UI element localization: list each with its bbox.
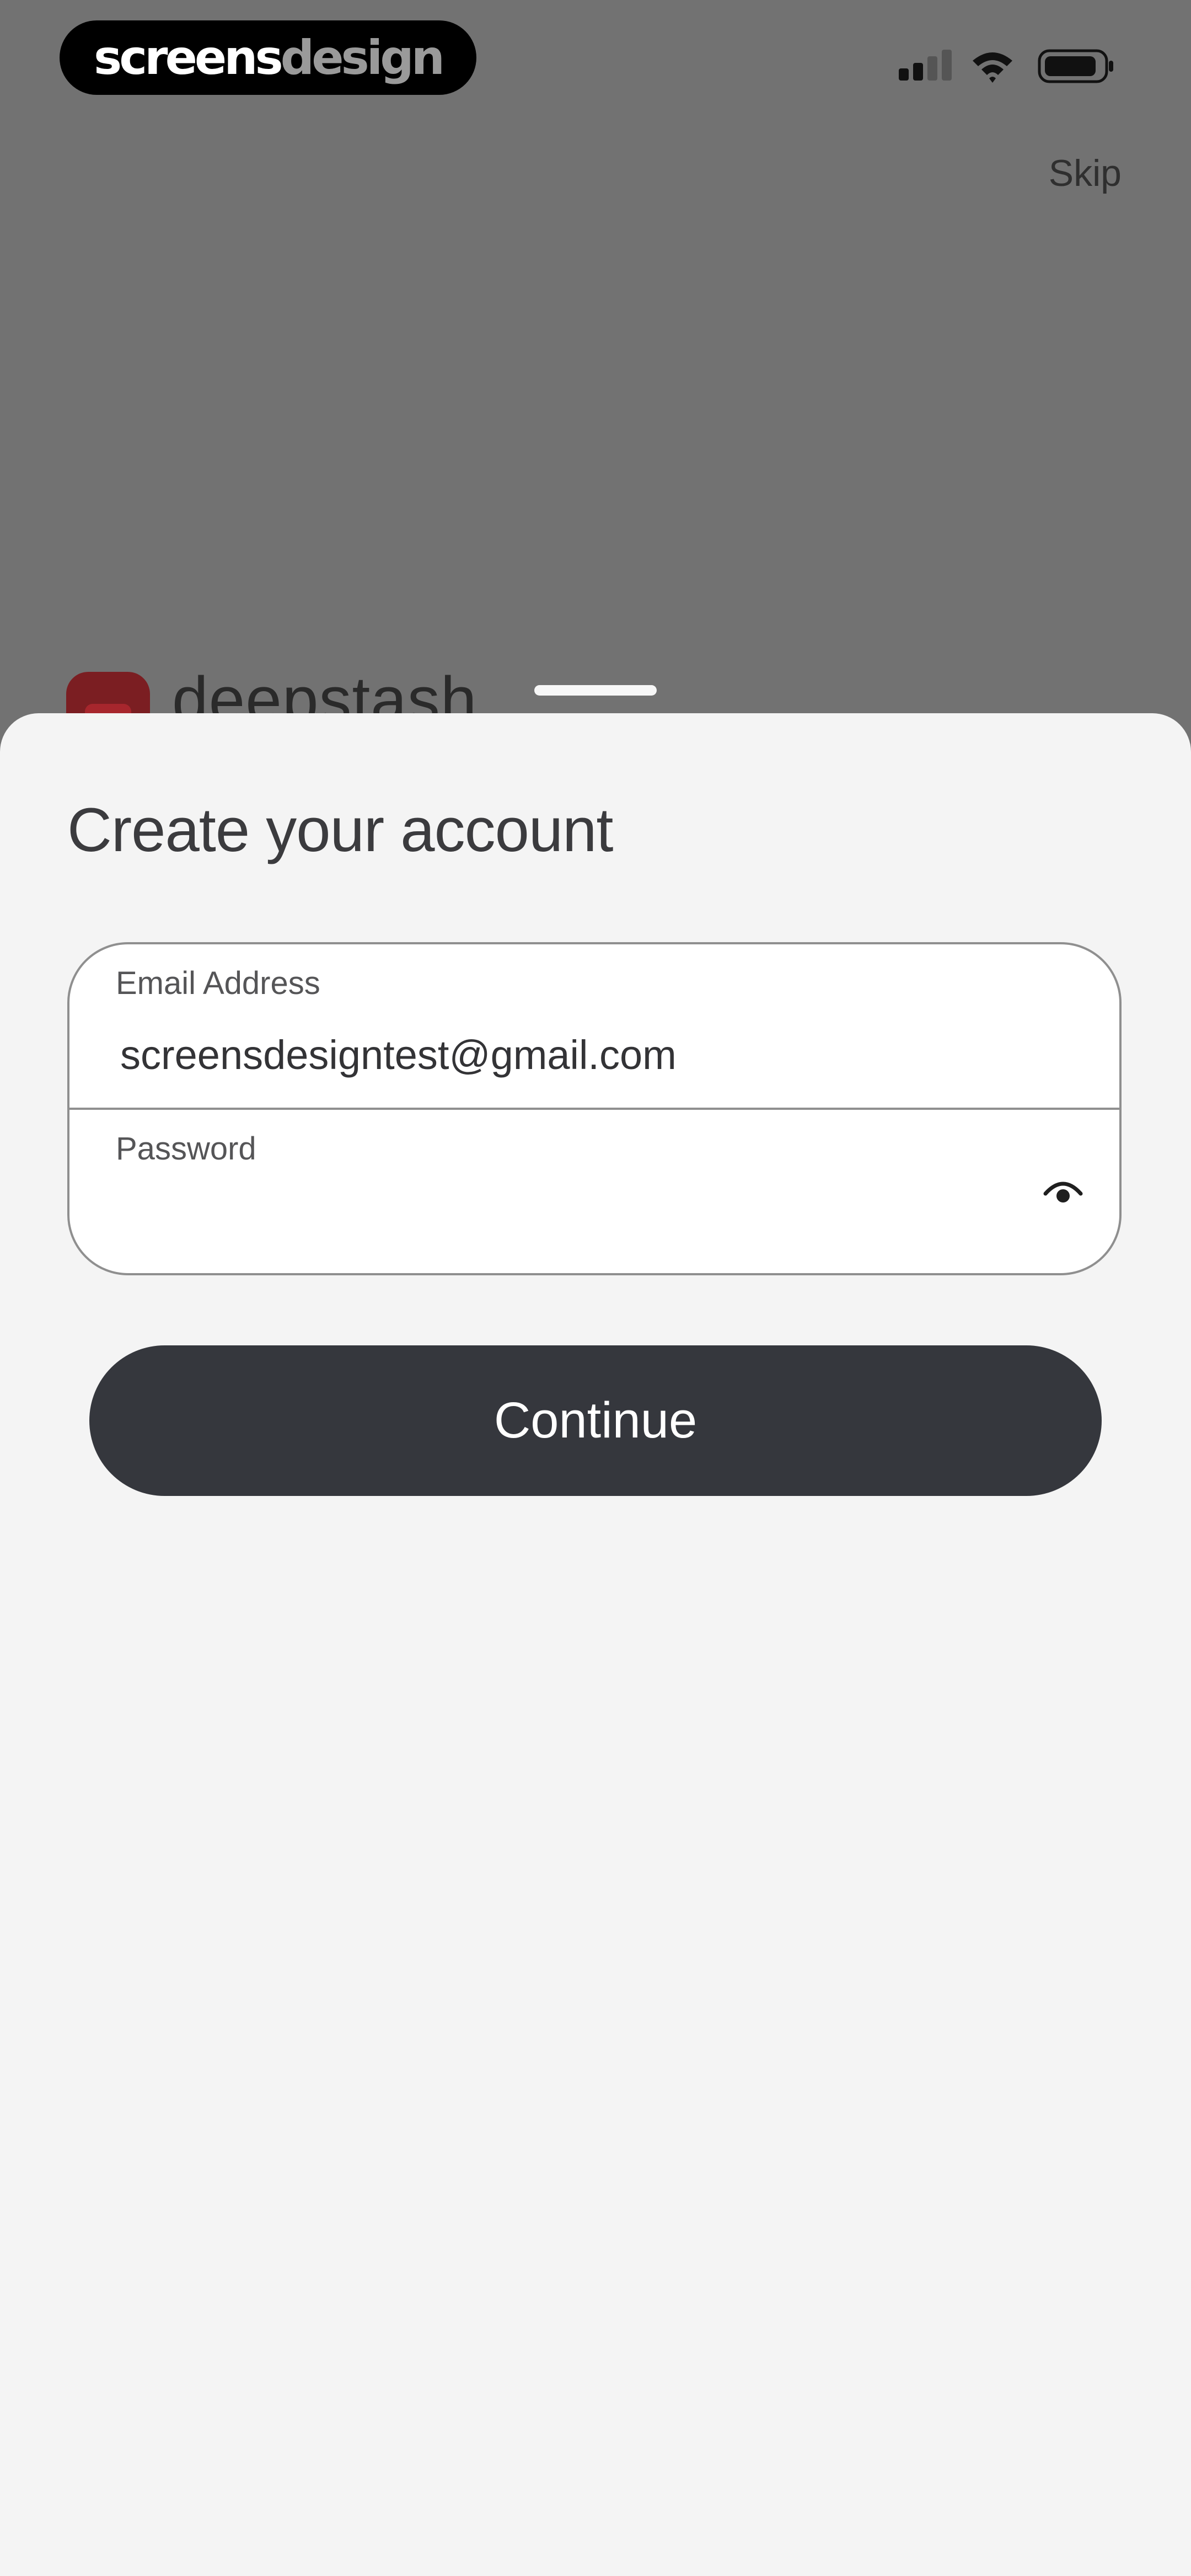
password-label: Password — [116, 1131, 256, 1167]
password-field[interactable]: Password — [69, 1110, 1119, 1273]
eye-icon[interactable] — [1041, 1171, 1085, 1215]
brand-text-secondary: design — [280, 30, 445, 85]
wifi-icon — [973, 52, 1012, 83]
create-account-sheet: Create your account Email Address Passwo… — [0, 713, 1191, 2576]
email-label: Email Address — [116, 965, 320, 1001]
brand-text-primary: screens — [94, 30, 283, 85]
password-input[interactable] — [120, 1193, 947, 1248]
sheet-grabber[interactable] — [534, 685, 657, 696]
email-field[interactable]: Email Address — [69, 944, 1119, 1110]
battery-icon — [1038, 49, 1113, 83]
signal-icon — [899, 50, 952, 81]
continue-button[interactable]: Continue — [89, 1345, 1102, 1496]
brand-badge: screens design — [60, 20, 476, 95]
credentials-form: Email Address Password — [67, 942, 1122, 1275]
status-icons — [899, 43, 1119, 93]
skip-link[interactable]: Skip — [1049, 154, 1122, 192]
page-title: Create your account — [67, 795, 614, 864]
email-input[interactable] — [120, 1027, 947, 1082]
